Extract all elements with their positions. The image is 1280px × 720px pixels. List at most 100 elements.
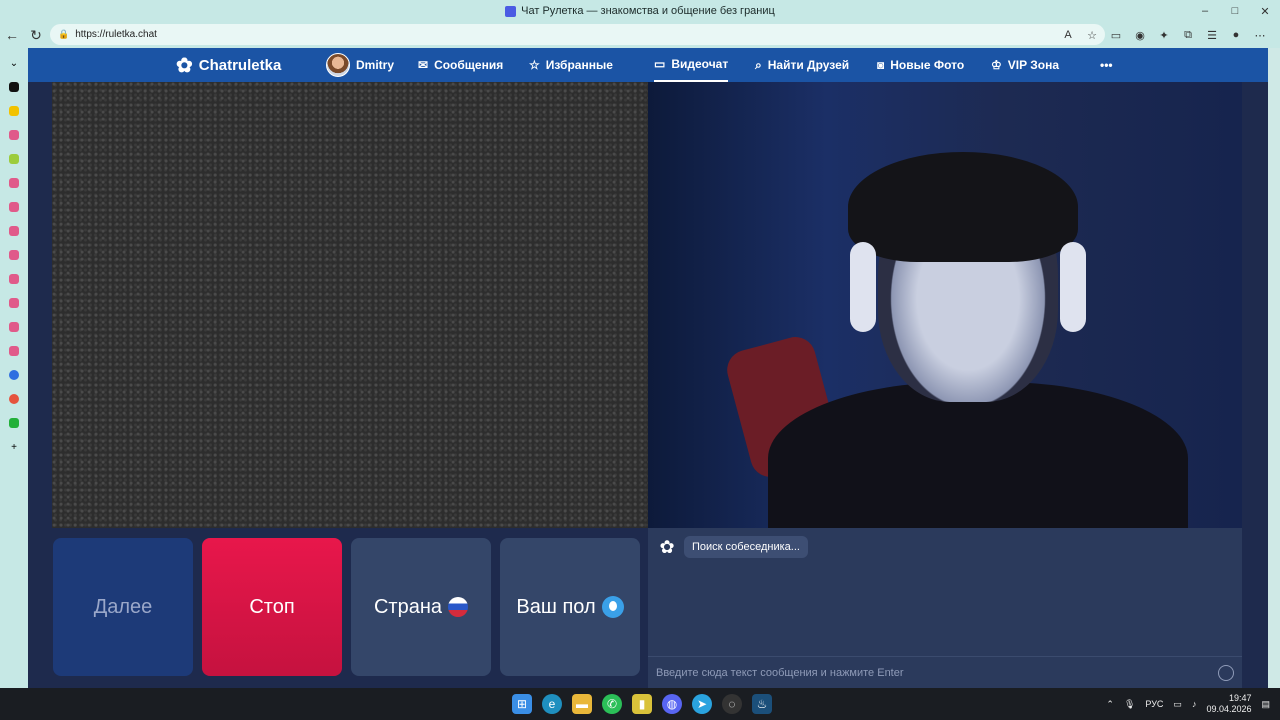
clock[interactable]: 19:47 09.04.2026 <box>1206 693 1251 715</box>
sidebar-circle-icon[interactable] <box>7 366 21 384</box>
chat-status: ✿ Поиск собеседника... <box>656 536 808 558</box>
nav-favorites-label: Избранные <box>545 58 613 72</box>
nav-messages[interactable]: ✉ Сообщения <box>418 48 503 82</box>
microphone-icon[interactable]: 🎙 <box>1124 699 1135 710</box>
edge-browser-icon[interactable]: e <box>542 694 562 714</box>
avatar <box>326 53 350 77</box>
app-yellow-icon[interactable]: ▮ <box>632 694 652 714</box>
chatruletka-logo-icon: ✿ <box>176 54 193 77</box>
country-button[interactable]: Страна <box>351 538 491 676</box>
crown-icon: ♔ <box>991 58 1002 72</box>
window-title-text: Чат Рулетка — знакомства и общение без г… <box>521 5 775 17</box>
brand-logo[interactable]: ✿ Chatruletka <box>176 48 281 82</box>
language-indicator[interactable]: РУС <box>1145 699 1163 709</box>
sidebar-star-icon[interactable] <box>7 102 21 120</box>
app-circle-icon[interactable]: ◌ <box>722 694 742 714</box>
page: ✿ Chatruletka Dmitry ✉ Сообщения ☆ Избра… <box>28 48 1268 688</box>
headphone-right-shape <box>1060 242 1086 332</box>
clock-date: 09.04.2026 <box>1206 704 1252 714</box>
nav-new-photos[interactable]: ◙ Новые Фото <box>877 48 964 82</box>
brand-name: Chatruletka <box>198 56 282 74</box>
sidebar-youtube-icon[interactable] <box>7 126 21 144</box>
address-bar[interactable]: 🔒 https://ruletka.chat <box>50 24 1105 45</box>
sidebar-youtube-icon[interactable] <box>7 246 21 264</box>
windows-start-icon[interactable]: ⊞ <box>512 694 532 714</box>
browser-menu-icon[interactable]: ⋯ <box>1250 25 1270 45</box>
favorite-star-icon[interactable]: ☆ <box>1082 25 1102 45</box>
sidebar-youtube-icon[interactable] <box>7 174 21 192</box>
tray-chevron-icon[interactable]: ⌃ <box>1106 699 1114 710</box>
notifications-icon[interactable]: ▤ <box>1261 699 1270 710</box>
stop-button-label: Стоп <box>249 595 295 618</box>
read-aloud-icon[interactable]: A <box>1058 25 1078 45</box>
nav-videochat[interactable]: ▭ Видеочат <box>654 48 729 82</box>
browser-toolbar: A ☆ ▭ ◉ ✦ ⧉ ☰ ● ⋯ <box>1058 22 1270 48</box>
nav-vip[interactable]: ♔ VIP Зона <box>991 48 1059 82</box>
nav-videochat-label: Видеочат <box>671 57 729 71</box>
close-button[interactable]: ✕ <box>1250 0 1280 22</box>
maximize-button[interactable]: □ <box>1220 0 1250 22</box>
extension-icon[interactable]: ◉ <box>1130 25 1150 45</box>
collections-icon[interactable]: ☰ <box>1202 25 1222 45</box>
address-bar-row: ← ↻ 🔒 https://ruletka.chat A ☆ ▭ ◉ ✦ ⧉ ☰… <box>0 22 1280 48</box>
sidebar-youtube-icon[interactable] <box>7 294 21 312</box>
system-tray: ⌃ 🎙 РУС ▭ ♪ 19:47 09.04.2026 ▤ <box>1106 688 1270 720</box>
sidebar-chat-icon[interactable] <box>7 78 21 96</box>
chat-panel: ✿ Поиск собеседника... <box>648 528 1242 688</box>
emoji-icon[interactable] <box>1218 665 1234 681</box>
nav-profile-label: Dmitry <box>356 58 395 72</box>
stop-button[interactable]: Стоп <box>202 538 342 676</box>
profile-avatar-icon[interactable]: ● <box>1226 25 1246 45</box>
sidebar-youtube-icon[interactable] <box>7 198 21 216</box>
telegram-icon[interactable]: ➤ <box>692 694 712 714</box>
lock-icon: 🔒 <box>58 29 70 39</box>
volume-icon[interactable]: ♪ <box>1192 699 1197 709</box>
headphone-left-shape <box>850 242 876 332</box>
sidebar-red-icon[interactable] <box>7 390 21 408</box>
gender-button[interactable]: Ваш пол <box>500 538 640 676</box>
sidebar-youtube-icon[interactable] <box>7 342 21 360</box>
window-title: Чат Рулетка — знакомства и общение без г… <box>505 5 775 17</box>
nav-more[interactable]: ••• <box>1100 48 1113 82</box>
camera-permission-icon[interactable]: ▭ <box>1106 25 1126 45</box>
video-icon: ▭ <box>654 57 666 71</box>
sidebar-youtube-icon[interactable] <box>7 318 21 336</box>
camera-icon: ◙ <box>877 58 885 72</box>
sidebar-collapse-icon[interactable]: ⌄ <box>7 54 21 72</box>
sidebar-b-icon[interactable] <box>7 150 21 168</box>
reload-button[interactable]: ↻ <box>24 23 48 47</box>
clock-time: 19:47 <box>1228 693 1252 703</box>
browser-sidebar: ⌄ + <box>0 48 28 688</box>
site-favicon-icon <box>505 5 517 17</box>
message-input[interactable] <box>656 666 1216 679</box>
next-button-label: Далее <box>93 595 153 618</box>
steam-icon[interactable]: ♨ <box>752 694 772 714</box>
nav-profile[interactable]: Dmitry <box>326 48 394 82</box>
sidebar-add-icon[interactable]: + <box>7 438 21 456</box>
sidebar-youtube-icon[interactable] <box>7 222 21 240</box>
extensions-puzzle-icon[interactable]: ✦ <box>1154 25 1174 45</box>
nav-find-friends[interactable]: ⌕ Найти Друзей <box>755 48 849 82</box>
mail-icon: ✉ <box>418 58 429 72</box>
taskbar: ⊞ e ▬ ✆ ▮ ◍ ➤ ◌ ♨ ⌃ 🎙 РУС ▭ ♪ 19:47 09.0… <box>0 688 1280 720</box>
chatruletka-logo-icon: ✿ <box>659 536 675 557</box>
country-button-label: Страна <box>373 595 443 618</box>
person-body-shape <box>768 382 1188 528</box>
split-screen-icon[interactable]: ⧉ <box>1178 25 1198 45</box>
whatsapp-icon[interactable]: ✆ <box>602 694 622 714</box>
sidebar-youtube-icon[interactable] <box>7 270 21 288</box>
nav-find-friends-label: Найти Друзей <box>767 58 850 72</box>
sidebar-green-icon[interactable] <box>7 414 21 432</box>
partner-video <box>52 82 648 528</box>
network-icon[interactable]: ▭ <box>1173 699 1182 710</box>
next-button[interactable]: Далее <box>53 538 193 676</box>
file-explorer-icon[interactable]: ▬ <box>572 694 592 714</box>
back-button[interactable]: ← <box>0 23 24 47</box>
minimize-button[interactable]: – <box>1190 0 1220 22</box>
star-icon: ☆ <box>529 58 540 72</box>
nav-favorites[interactable]: ☆ Избранные <box>529 48 613 82</box>
discord-icon[interactable]: ◍ <box>662 694 682 714</box>
russia-flag-icon <box>448 597 469 617</box>
gender-icon <box>601 596 624 618</box>
more-icon: ••• <box>1100 58 1113 72</box>
